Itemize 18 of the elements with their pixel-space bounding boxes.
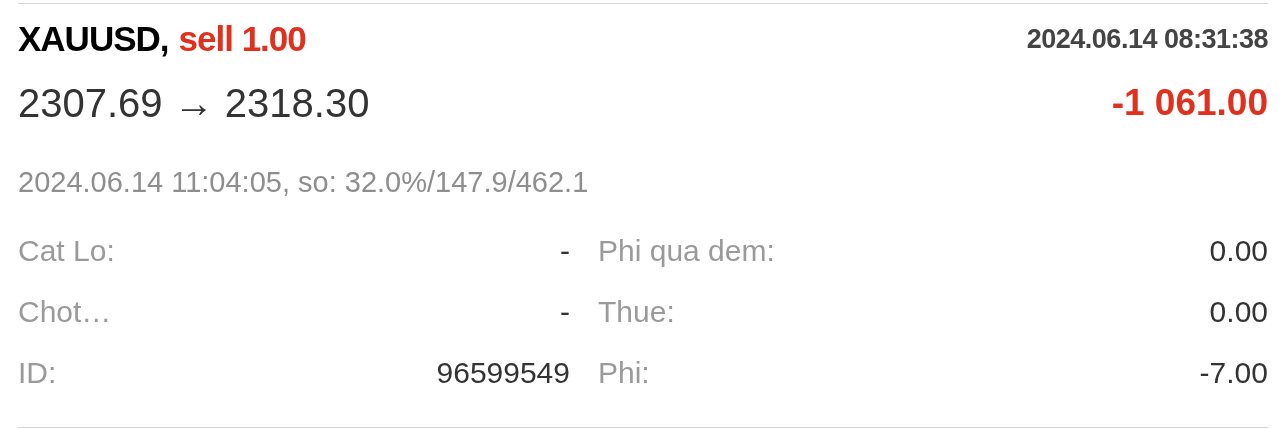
profit-value: -1 061.00: [1111, 81, 1268, 125]
symbol-label: XAUUSD,: [18, 19, 169, 58]
field-value: -7.00: [1199, 355, 1268, 391]
field-value: 0.00: [1209, 294, 1268, 330]
field-label: Chot…: [18, 294, 112, 330]
field-label: Phi qua dem:: [598, 233, 775, 269]
field-label: Phi:: [598, 355, 650, 391]
field-value: 96599549: [436, 355, 570, 391]
close-info: 2024.06.14 11:04:05, so: 32.0%/147.9/462.1: [18, 166, 589, 198]
field-value: 0.00: [1209, 233, 1268, 269]
field-label: Thue:: [598, 294, 675, 330]
field-value: -: [560, 233, 570, 269]
open-time: 2024.06.14 08:31:38: [1026, 23, 1268, 56]
price-range: 2307.69 → 2318.30: [18, 80, 370, 127]
order-type-label: sell 1.00: [178, 19, 306, 58]
field-value: -: [560, 294, 570, 330]
field-label: ID:: [18, 355, 57, 391]
field-label: Cat Lo:: [18, 233, 115, 269]
